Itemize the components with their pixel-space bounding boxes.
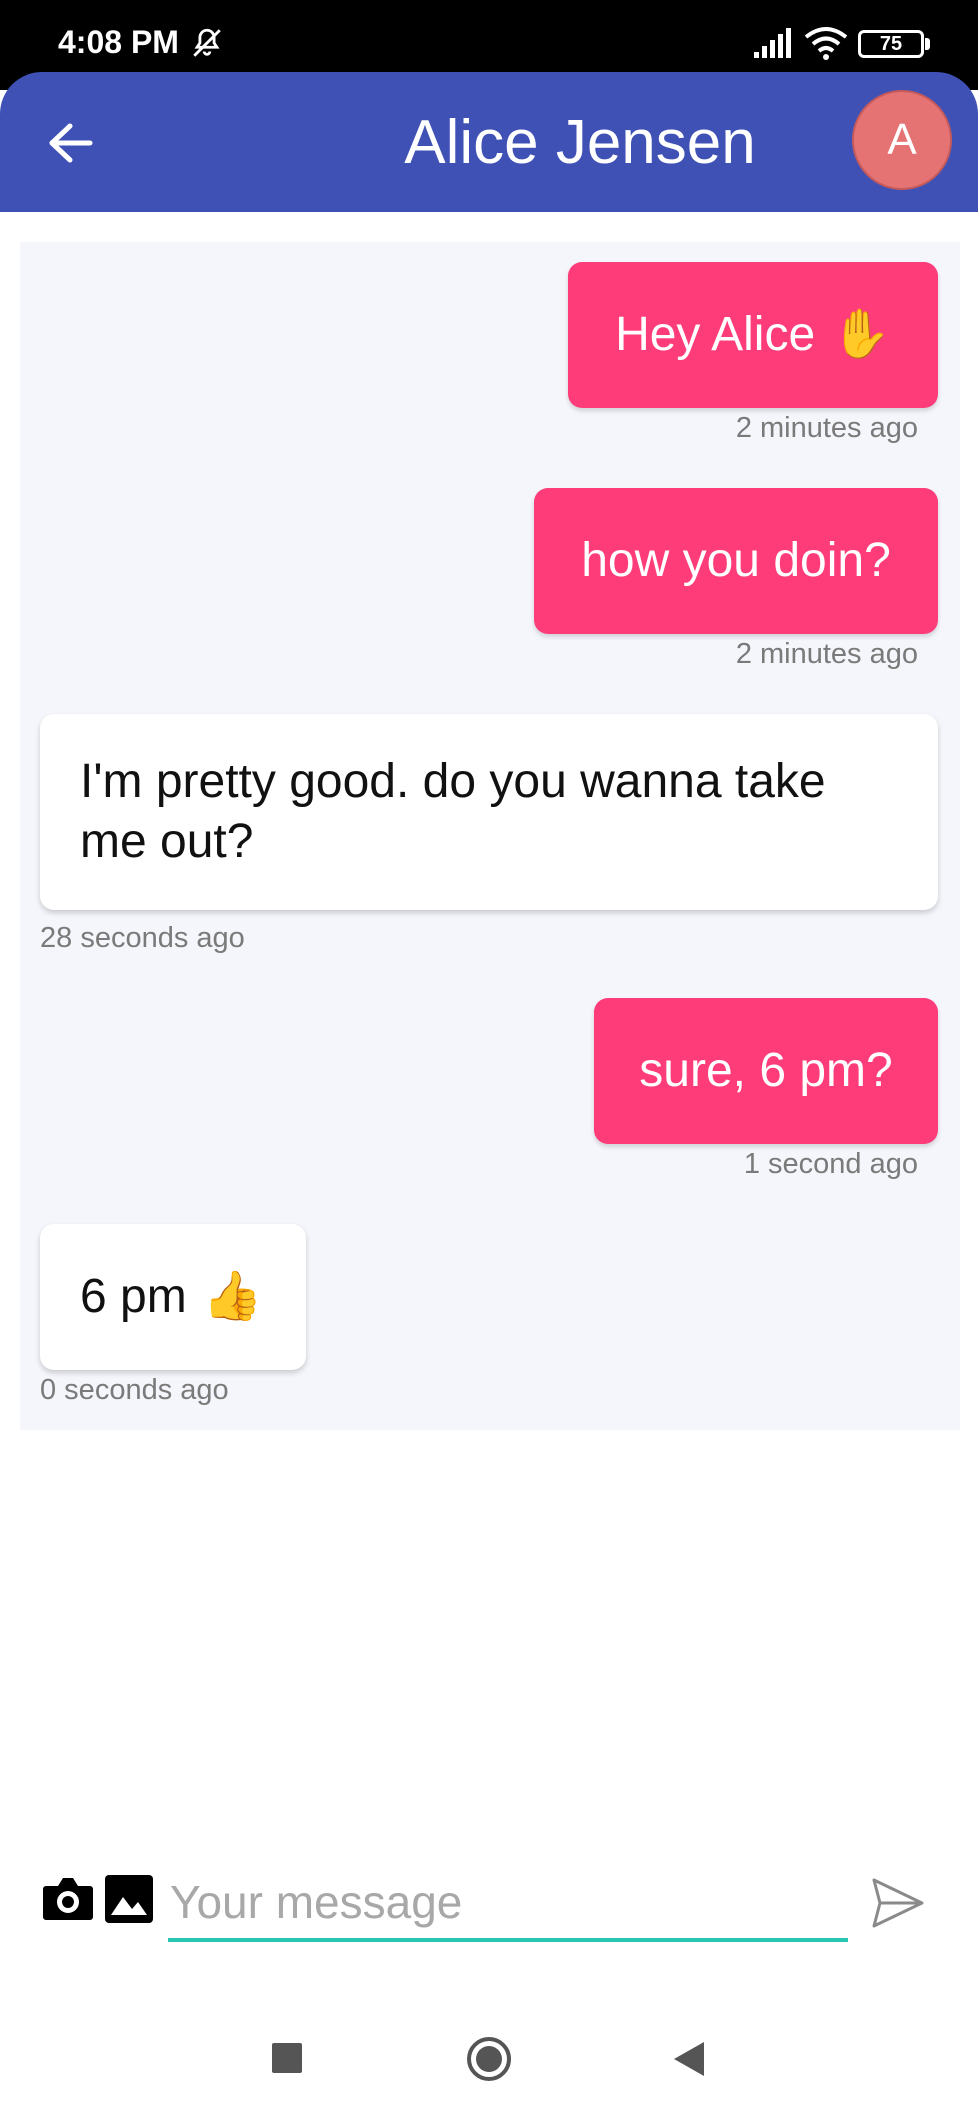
message-text: I'm pretty good. do you wanna take me ou… (80, 755, 826, 868)
back-button[interactable] (40, 112, 102, 174)
battery-icon: 75 (858, 30, 924, 58)
message-timestamp: 2 minutes ago (735, 638, 918, 670)
message-timestamp: 28 seconds ago (40, 922, 245, 954)
message-bubble-outgoing[interactable]: how you doin? (534, 488, 938, 634)
thumbs-up-emoji: 👍 (202, 1270, 263, 1323)
battery-level: 75 (879, 33, 903, 55)
send-icon[interactable] (870, 1876, 926, 1930)
message-bubble-outgoing[interactable]: Hey Alice ✋ (568, 262, 938, 408)
message-text: sure, 6 pm? (639, 1044, 893, 1097)
image-icon[interactable] (104, 1874, 154, 1924)
arrow-left-icon (49, 123, 93, 163)
message-bubble-incoming[interactable]: I'm pretty good. do you wanna take me ou… (40, 714, 938, 910)
message-text: 6 pm (80, 1270, 187, 1323)
raised-hand-emoji: ✋ (831, 308, 891, 361)
message-text: Hey Alice (615, 308, 816, 361)
wifi-icon (804, 27, 848, 60)
avatar[interactable]: A (852, 90, 952, 190)
app-bar: Alice Jensen A (0, 72, 978, 212)
home-button[interactable] (466, 2036, 512, 2082)
message-timestamp: 0 seconds ago (40, 1374, 229, 1406)
message-text: how you doin? (581, 534, 891, 587)
message-input[interactable] (168, 1866, 848, 1942)
chat-area[interactable]: Hey Alice ✋ 2 minutes ago how you doin? … (20, 242, 960, 1430)
recent-apps-button[interactable] (272, 2043, 302, 2073)
nav-back-button[interactable] (672, 2040, 706, 2078)
message-bubble-outgoing[interactable]: sure, 6 pm? (594, 998, 938, 1144)
status-time: 4:08 PM (58, 24, 179, 60)
camera-icon[interactable] (42, 1874, 94, 1922)
cell-signal-icon (754, 28, 791, 58)
message-timestamp: 2 minutes ago (735, 412, 918, 444)
battery-nub (925, 38, 930, 50)
message-bubble-incoming[interactable]: 6 pm 👍 (40, 1224, 306, 1370)
message-timestamp: 1 second ago (743, 1148, 918, 1180)
notification-muted-icon (193, 28, 221, 57)
contact-name: Alice Jensen (404, 108, 756, 177)
